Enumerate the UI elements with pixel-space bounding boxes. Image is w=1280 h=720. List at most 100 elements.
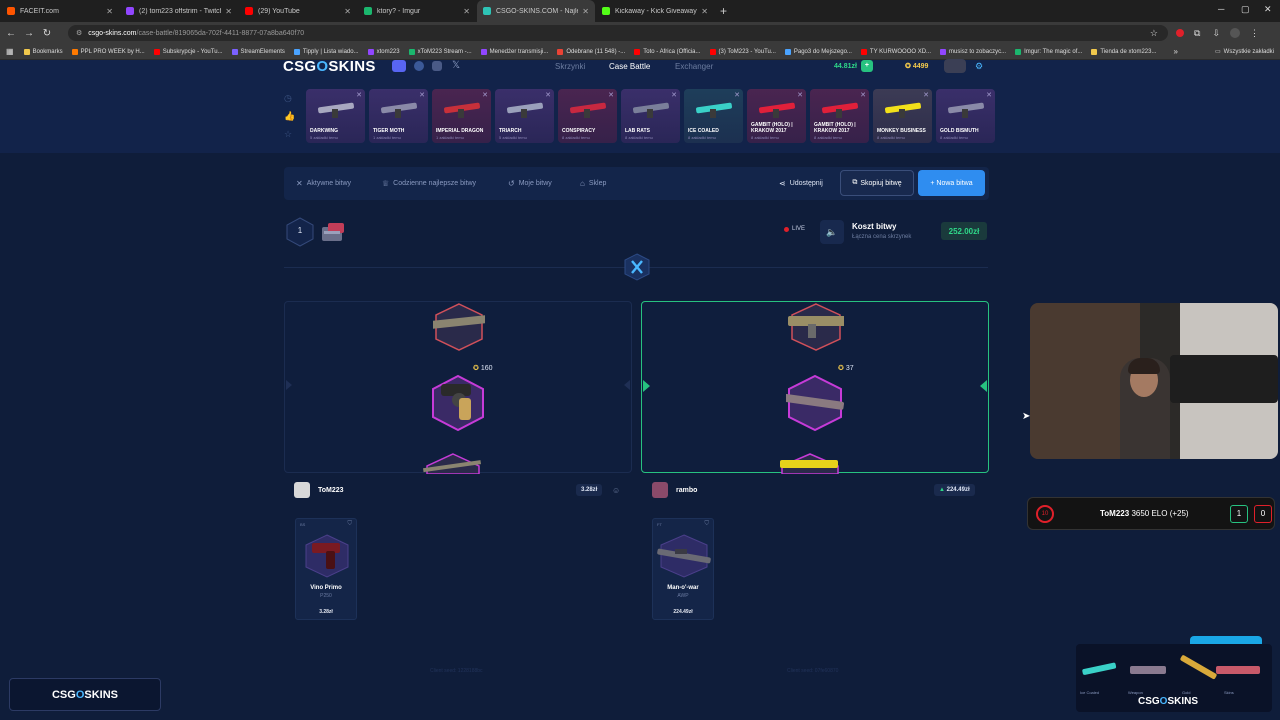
bookmark-item[interactable]: Bookmarks (23, 48, 63, 55)
case-close-icon[interactable]: ✕ (671, 91, 677, 99)
browser-tab[interactable]: ktory? - Imgur ✕ (358, 0, 476, 22)
case-card[interactable]: ✕ GAMBIT (HOLO) | KRAKOW 2017 8 zakładki t… (747, 89, 806, 143)
bookmark-item[interactable]: xtom223 (367, 48, 400, 55)
filter-my-battles[interactable]: ↺ Moje bitwy (508, 179, 552, 188)
bookmark-item[interactable]: Subskrypcje - YouTu... (153, 48, 223, 55)
case-close-icon[interactable]: ✕ (545, 91, 551, 99)
deposit-button[interactable]: + (860, 60, 873, 72)
case-close-icon[interactable]: ✕ (797, 91, 803, 99)
right-player-name[interactable]: rambo (676, 487, 697, 494)
won-item-card[interactable]: FT ⛉ Man-o'-war AWP 224.49zł (652, 518, 714, 620)
case-close-icon[interactable]: ✕ (860, 91, 866, 99)
user-avatar[interactable] (944, 59, 966, 73)
webcam-overlay (1030, 303, 1278, 459)
browser-tab[interactable]: (2) tom223 offstrim - Twitch ✕ (120, 0, 238, 22)
instagram-icon[interactable] (432, 61, 442, 71)
case-close-icon[interactable]: ✕ (923, 91, 929, 99)
history-icon[interactable]: ◷ (284, 93, 292, 104)
player-avatar[interactable] (294, 482, 310, 498)
won-item-card[interactable]: BS ⛉ Vino Primo P250 3.28zł (295, 518, 357, 620)
bookmark-item[interactable]: (3) ToM223 - YouTu... (709, 48, 776, 55)
bookmark-item[interactable]: Pago3 do Mejszego... (784, 48, 852, 55)
tab-close-icon[interactable]: ✕ (582, 7, 589, 16)
browser-tab[interactable]: CSGO-SKINS.COM - Najlep ✕ (477, 0, 595, 22)
case-card[interactable]: ✕ TRIARCH 5 zakładki temu (495, 89, 554, 143)
bookmark-item[interactable]: TY KURWOOOO XD... (860, 48, 931, 55)
discord-icon[interactable] (392, 60, 406, 72)
tab-close-icon[interactable]: ✕ (463, 7, 470, 16)
thumbs-up-icon[interactable]: 👍 (284, 111, 295, 122)
facebook-icon[interactable] (414, 61, 424, 71)
case-card[interactable]: ✕ CONSPIRACY 8 zakładki temu (558, 89, 617, 143)
bookmark-item[interactable]: StreamElements (231, 48, 285, 55)
filter-active-battles[interactable]: ✕ Aktywne bitwy (296, 179, 351, 188)
nav-case-battle[interactable]: Case Battle (609, 62, 650, 71)
extensions-icon[interactable]: ⧉ (1194, 28, 1200, 39)
apps-icon[interactable]: ▦ (6, 47, 14, 56)
case-card[interactable]: ✕ MONKEY BUSINESS 8 zakładki temu (873, 89, 932, 143)
nav-exchanger[interactable]: Exchanger (675, 62, 713, 71)
tab-close-icon[interactable]: ✕ (344, 7, 351, 16)
case-card[interactable]: ✕ TIGER MOTH 1 zakładki temu (369, 89, 428, 143)
downloads-icon[interactable]: ⇩ (1212, 28, 1220, 39)
emoji-icon[interactable]: ☺ (612, 486, 620, 495)
url-field[interactable]: ⚙ csgo-skins.com/case-battle/819065da-70… (68, 25, 1168, 41)
all-bookmarks-link[interactable]: ▭ Wszystkie zakładki (1215, 48, 1274, 56)
case-card[interactable]: ✕ DARKWING 5 zakładki temu (306, 89, 365, 143)
bookmark-item[interactable]: Toto - Africa (Officia... (634, 48, 701, 55)
bookmark-item[interactable]: PPL PRO WEEK by H... (71, 48, 145, 55)
site-info-icon[interactable]: ⚙ (76, 29, 82, 37)
bookmark-item[interactable]: xToM223 Stream -... (408, 48, 472, 55)
case-card[interactable]: ✕ ICE COALED 8 zakładki temu (684, 89, 743, 143)
back-icon[interactable]: ← (4, 28, 18, 39)
copy-battle-button[interactable]: ⧉ Skopiuj bitwę (840, 170, 914, 196)
case-card[interactable]: ✕ IMPERIAL DRAGON 1 zakładki temu (432, 89, 491, 143)
settings-icon[interactable]: ⚙ (975, 61, 983, 72)
minimize-icon[interactable]: ─ (1218, 4, 1224, 14)
left-player-name[interactable]: ToM223 (318, 487, 344, 494)
profile-avatar[interactable] (1229, 28, 1240, 38)
case-card[interactable]: ✕ GAMBIT (HOLO) | KRAKOW 2017 8 zakładki t… (810, 89, 869, 143)
filter-shop[interactable]: ⌂ Sklep (580, 179, 606, 188)
case-card[interactable]: ✕ LAB RATS 8 zakładki temu (621, 89, 680, 143)
case-close-icon[interactable]: ✕ (356, 91, 362, 99)
close-window-icon[interactable]: ✕ (1264, 4, 1272, 15)
bookmark-item[interactable]: Imgur: The magic of... (1015, 48, 1082, 55)
case-close-icon[interactable]: ✕ (608, 91, 614, 99)
browser-tab[interactable]: FACEIT.com ✕ (1, 0, 119, 22)
maximize-icon[interactable]: ▢ (1241, 4, 1250, 15)
bookmark-item[interactable]: musisz to zobaczyc... (940, 48, 1006, 55)
tab-close-icon[interactable]: ✕ (106, 7, 113, 16)
new-tab-icon[interactable]: + (720, 4, 727, 18)
case-close-icon[interactable]: ✕ (734, 91, 740, 99)
case-close-icon[interactable]: ✕ (986, 91, 992, 99)
browser-tab[interactable]: Kickaway - Kick Giveaway Tool ✕ (596, 0, 714, 22)
player-avatar[interactable] (652, 482, 668, 498)
bookmark-item[interactable]: Tipply | Lista wiado... (293, 48, 359, 55)
forward-icon[interactable]: → (22, 28, 36, 39)
share-button[interactable]: ⋖ Udostępnij (779, 179, 823, 188)
browser-menu-icon[interactable]: ⋮ (1250, 28, 1259, 39)
bookmarks-more[interactable]: » (1173, 47, 1177, 56)
tab-close-icon[interactable]: ✕ (225, 7, 232, 16)
extension-icon[interactable] (1176, 29, 1184, 37)
site-logo[interactable]: CSGOSKINS (283, 58, 376, 75)
bookmark-item[interactable]: Tienda de xtom223... (1091, 48, 1156, 55)
browser-tab[interactable]: (29) YouTube ✕ (239, 0, 357, 22)
new-battle-button[interactable]: + Nowa bitwa (918, 170, 985, 196)
right-player-bar: rambo ▲ 224.49zł (652, 477, 1000, 503)
filter-daily-best[interactable]: ♕ Codzienne najlepsze bitwy (382, 179, 476, 188)
tab-close-icon[interactable]: ✕ (701, 7, 708, 16)
favorite-star-icon[interactable]: ☆ (284, 129, 292, 140)
twitter-icon[interactable]: 𝕏 (452, 60, 460, 71)
star-icon[interactable]: ☆ (1150, 28, 1158, 39)
reload-icon[interactable]: ↻ (40, 28, 54, 39)
case-card[interactable]: ✕ GOLD BISMUTH 8 zakładki temu (936, 89, 995, 143)
bookmark-item[interactable]: Menedżer transmisji... (480, 48, 548, 55)
bookmark-favicon-icon (557, 48, 564, 55)
case-close-icon[interactable]: ✕ (419, 91, 425, 99)
nav-cases[interactable]: Skrzynki (555, 62, 585, 71)
bookmark-item[interactable]: Odebrane (11 548) -... (557, 48, 625, 55)
case-close-icon[interactable]: ✕ (482, 91, 488, 99)
sound-toggle-button[interactable]: 🔈 (820, 220, 844, 244)
